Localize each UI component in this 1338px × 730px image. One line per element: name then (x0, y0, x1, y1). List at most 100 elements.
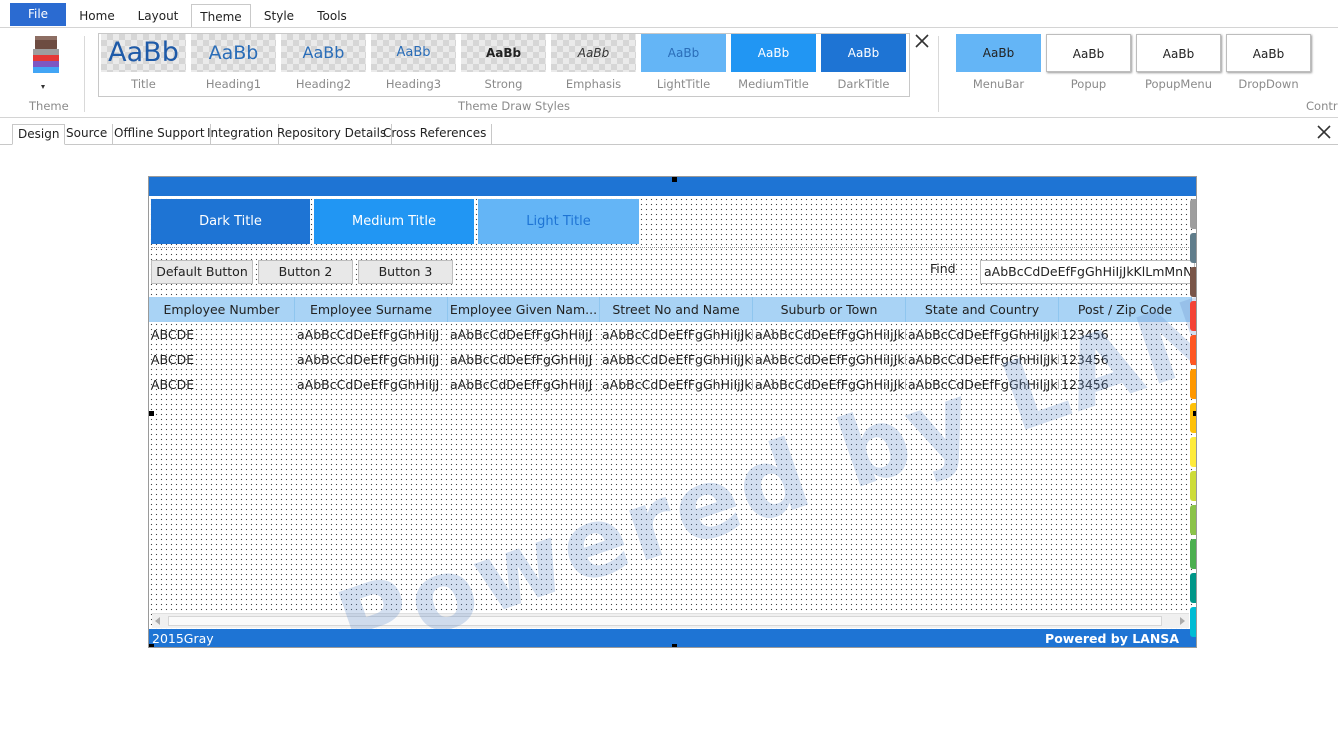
tab-tools[interactable]: Tools (309, 4, 355, 28)
style-swatch-strong[interactable]: AaBb (461, 34, 546, 72)
button-3[interactable]: Button 3 (358, 260, 453, 284)
tab-style[interactable]: Style (256, 4, 302, 28)
style-swatch-title[interactable]: AaBb (101, 34, 186, 72)
tab-home[interactable]: Home (72, 4, 122, 28)
medium-title-button[interactable]: Medium Title (314, 199, 474, 244)
style-swatch-heading2[interactable]: AaBb (281, 34, 366, 72)
color-chip[interactable] (1190, 301, 1196, 331)
horizontal-scrollbar[interactable] (152, 613, 1189, 628)
close-icon[interactable] (914, 33, 930, 49)
style-label-title: Title (131, 77, 156, 91)
control-swatch-popup[interactable]: AaBb (1046, 34, 1131, 72)
grid-header: Employee Number Employee Surname Employee … (149, 297, 1192, 322)
dark-title-button[interactable]: Dark Title (151, 199, 310, 244)
column-header[interactable]: Employee Surname (295, 297, 448, 322)
control-label-popupmenu: PopupMenu (1144, 77, 1213, 91)
color-chip[interactable] (1190, 199, 1196, 229)
table-cell: ABCDE (151, 352, 195, 367)
tab-design[interactable]: Design (12, 124, 66, 145)
resize-handle[interactable] (672, 177, 677, 182)
close-tab-icon[interactable] (1316, 124, 1332, 140)
color-chip[interactable] (1190, 267, 1196, 297)
table-cell: aAbBcCdDeEfFgGhHiIjJkl (602, 377, 753, 392)
column-header[interactable]: Employee Number (149, 297, 295, 322)
column-header[interactable]: Employee Given Nam... (448, 297, 600, 322)
style-label-heading2: Heading2 (295, 77, 352, 91)
table-cell: aAbBcCdDeEfFgGhHiIjJkl (755, 327, 906, 342)
column-header[interactable]: State and Country (906, 297, 1059, 322)
button-2[interactable]: Button 2 (258, 260, 353, 284)
control-swatch-dropdown[interactable]: AaBb (1226, 34, 1311, 72)
color-chip[interactable] (1190, 233, 1196, 263)
column-header[interactable]: Street No and Name (600, 297, 753, 322)
ribbon-tab-bar: File Home Layout Theme Style Tools (0, 0, 1338, 29)
style-swatch-heading1[interactable]: AaBb (191, 34, 276, 72)
divider (84, 36, 85, 112)
default-button[interactable]: Default Button (151, 260, 253, 284)
footer-theme-name: 2015Gray (152, 631, 214, 646)
draw-styles-group-label: Theme Draw Styles (458, 99, 570, 113)
scroll-right-icon[interactable] (1180, 617, 1185, 625)
table-row[interactable]: ABCDE aAbBcCdDeEfFgGhHiIjJ aAbBcCdDeEfFgGh… (149, 347, 1192, 372)
control-swatch-popupmenu[interactable]: AaBb (1136, 34, 1221, 72)
table-cell: aAbBcCdDeEfFgGhHiIjJkl (908, 352, 1059, 367)
footer-powered-by: Powered by LANSA (1045, 631, 1179, 646)
color-chip[interactable] (1190, 335, 1196, 365)
tab-source[interactable]: Source (61, 124, 114, 145)
divider (151, 247, 1191, 248)
table-row[interactable]: ABCDE aAbBcCdDeEfFgGhHiIjJ aAbBcCdDeEfFgGh… (149, 322, 1192, 347)
tab-integration[interactable]: Integration (202, 124, 280, 145)
color-chip[interactable] (1190, 471, 1196, 501)
table-cell: ABCDE (151, 327, 195, 342)
controls-group-label: Contro (1306, 99, 1338, 113)
find-input[interactable]: aAbBcCdDeEfFgGhHiIjJkKlLmMnNo (980, 260, 1195, 284)
style-swatch-mediumtitle[interactable]: AaBb (731, 34, 816, 72)
color-chip[interactable] (1190, 403, 1196, 433)
chevron-down-icon (41, 85, 45, 89)
resize-handle[interactable] (672, 644, 677, 647)
paintbrush-icon (33, 36, 59, 89)
table-cell: aAbBcCdDeEfFgGhHiIjJkl (602, 352, 753, 367)
table-cell: 123456 (1061, 352, 1109, 367)
color-chip[interactable] (1190, 505, 1196, 535)
light-title-button[interactable]: Light Title (478, 199, 639, 244)
control-label-popup: Popup (1070, 77, 1107, 91)
tab-file[interactable]: File (10, 3, 66, 26)
resize-handle[interactable] (1193, 411, 1196, 416)
scroll-left-icon[interactable] (155, 617, 160, 625)
style-label-heading1: Heading1 (205, 77, 262, 91)
table-cell: aAbBcCdDeEfFgGhHiIjJ (450, 352, 593, 367)
resize-handle[interactable] (149, 644, 154, 647)
tab-repository-details[interactable]: Repository Details (272, 124, 393, 145)
table-row[interactable]: ABCDE aAbBcCdDeEfFgGhHiIjJ aAbBcCdDeEfFgGh… (149, 372, 1192, 397)
tab-offline-support[interactable]: Offline Support (109, 124, 211, 145)
color-chip[interactable] (1190, 437, 1196, 467)
color-chip[interactable] (1190, 573, 1196, 603)
style-label-darktitle: DarkTitle (837, 77, 890, 91)
style-swatch-darktitle[interactable]: AaBb (821, 34, 906, 72)
style-label-mediumtitle: MediumTitle (738, 77, 809, 91)
style-label-lighttitle: LightTitle (656, 77, 711, 91)
table-cell: aAbBcCdDeEfFgGhHiIjJ (297, 352, 440, 367)
column-header[interactable]: Post / Zip Code (1059, 297, 1192, 322)
theme-dropdown-button[interactable] (22, 32, 70, 98)
style-swatch-heading3[interactable]: AaBb (371, 34, 456, 72)
table-cell: aAbBcCdDeEfFgGhHiIjJkl (908, 377, 1059, 392)
color-chip[interactable] (1190, 369, 1196, 399)
control-swatch-menubar[interactable]: AaBb (956, 34, 1041, 72)
table-cell: aAbBcCdDeEfFgGhHiIjJkl (908, 327, 1059, 342)
color-chip[interactable] (1190, 539, 1196, 569)
tab-cross-references[interactable]: Cross References (378, 124, 493, 145)
style-swatch-emphasis[interactable]: AaBb (551, 34, 636, 72)
scroll-thumb[interactable] (168, 616, 1162, 626)
style-label-emphasis: Emphasis (565, 77, 622, 91)
document-tab-bar: Design Source Offline Support Integratio… (0, 120, 1338, 145)
style-label-heading3: Heading3 (385, 77, 442, 91)
tab-theme[interactable]: Theme (191, 4, 251, 29)
tab-layout[interactable]: Layout (130, 4, 186, 28)
column-header[interactable]: Suburb or Town (753, 297, 906, 322)
design-surface[interactable]: Dark Title Medium Title Light Title Defa… (148, 176, 1197, 648)
style-swatch-lighttitle[interactable]: AaBb (641, 34, 726, 72)
resize-handle[interactable] (149, 411, 154, 416)
color-chip[interactable] (1190, 607, 1196, 637)
